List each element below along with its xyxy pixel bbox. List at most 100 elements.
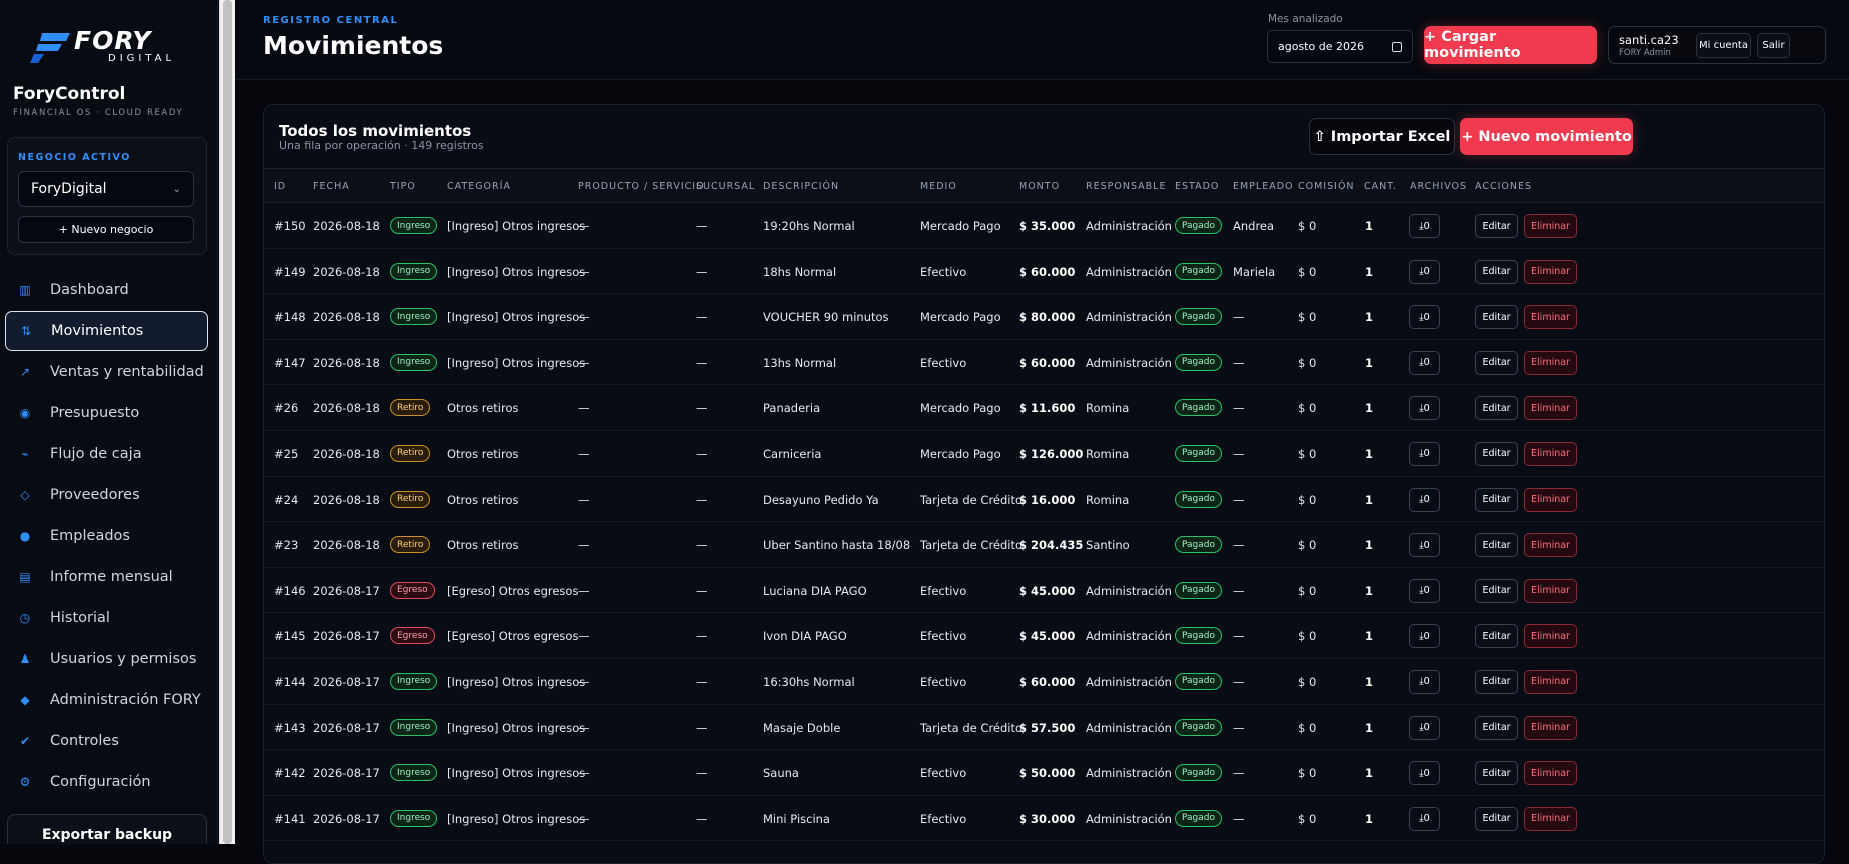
attachments-button[interactable]: ⤓0 (1409, 715, 1440, 740)
cell-responsable: Administración (1086, 720, 1172, 735)
attachments-button[interactable]: ⤓0 (1409, 214, 1440, 238)
attachments-button[interactable]: ⤓0 (1409, 396, 1440, 421)
edit-button[interactable]: Editar (1475, 305, 1518, 330)
cell-sucursal: — (696, 264, 708, 279)
edit-button[interactable]: Editar (1475, 715, 1518, 740)
edit-button[interactable]: Editar (1475, 578, 1518, 603)
delete-button[interactable]: Eliminar (1524, 259, 1577, 284)
edit-button[interactable]: Editar (1475, 624, 1518, 649)
cell-responsable: Administración (1086, 355, 1172, 370)
type-badge: Retiro (390, 490, 431, 508)
table-row[interactable]: #23 2026-08-18 Retiro Otros retiros — — Uber S… (264, 522, 1824, 568)
sidebar-scrollbar[interactable] (219, 0, 235, 844)
table-row[interactable]: #149 2026-08-18 Ingreso [Ingreso] Otros ing… (264, 249, 1824, 295)
attachments-button[interactable]: ⤓0 (1409, 761, 1440, 786)
table-row[interactable]: #25 2026-08-18 Retiro Otros retiros — — Carnic… (264, 431, 1824, 477)
edit-button[interactable]: Editar (1475, 533, 1518, 558)
table-row[interactable]: #145 2026-08-17 Egreso [Egreso] Otros egres… (264, 613, 1824, 659)
table-row[interactable]: #142 2026-08-17 Ingreso [Ingreso] Otros ing… (264, 750, 1824, 796)
cell-medio: Efectivo (920, 629, 967, 644)
cell-descripcion: Ivon DIA PAGO (763, 629, 847, 644)
delete-button[interactable]: Eliminar (1524, 806, 1577, 831)
month-picker[interactable]: agosto de 2026 (1267, 30, 1413, 63)
delete-button[interactable]: Eliminar (1524, 669, 1577, 694)
table-row[interactable]: #24 2026-08-18 Retiro Otros retiros — — Desayu… (264, 477, 1824, 523)
new-business-button[interactable]: + Nuevo negocio (18, 216, 194, 243)
table-row[interactable]: #141 2026-08-17 Ingreso [Ingreso] Otros ing… (264, 796, 1824, 842)
cell-categoria: [Ingreso] Otros ingresos (447, 355, 586, 370)
sidebar-item-empleados[interactable]: ● Empleados (5, 516, 208, 556)
sidebar-item-movimientos[interactable]: ⇅ Movimientos (5, 311, 208, 351)
delete-button[interactable]: Eliminar (1524, 761, 1577, 786)
table-row[interactable]: #26 2026-08-18 Retiro Otros retiros — — Panade… (264, 385, 1824, 431)
table-row[interactable]: #148 2026-08-18 Ingreso [Ingreso] Otros ing… (264, 294, 1824, 340)
attachments-button[interactable]: ⤓0 (1409, 259, 1440, 284)
logout-button[interactable]: Salir (1757, 33, 1790, 58)
edit-button[interactable]: Editar (1475, 669, 1518, 694)
export-backup-button[interactable]: Exportar backup (7, 814, 207, 844)
sidebar-item-flujo-de-caja[interactable]: ⌁ Flujo de caja (5, 434, 208, 474)
edit-button[interactable]: Editar (1475, 761, 1518, 786)
my-account-button[interactable]: Mi cuenta (1696, 33, 1751, 58)
column-header-id: ID (274, 181, 287, 192)
new-movement-button[interactable]: + Nuevo movimiento (1460, 118, 1633, 155)
cell-fecha: 2026-08-18 (313, 310, 380, 325)
cell-responsable: Administración (1086, 674, 1172, 689)
sidebar-item-informe-mensual[interactable]: ▤ Informe mensual (5, 557, 208, 597)
edit-button[interactable]: Editar (1475, 350, 1518, 375)
delete-button[interactable]: Eliminar (1524, 305, 1577, 330)
delete-button[interactable]: Eliminar (1524, 624, 1577, 649)
edit-button[interactable]: Editar (1475, 806, 1518, 831)
table-row[interactable]: #146 2026-08-17 Egreso [Egreso] Otros egres… (264, 568, 1824, 614)
sidebar-item-proveedores[interactable]: ◇ Proveedores (5, 475, 208, 515)
delete-button[interactable]: Eliminar (1524, 441, 1577, 466)
import-excel-button[interactable]: ⇧ Importar Excel (1309, 118, 1455, 155)
cell-sucursal: — (696, 219, 708, 233)
cell-empleado: — (1233, 811, 1245, 826)
edit-button[interactable]: Editar (1475, 259, 1518, 284)
sidebar-item-configuración[interactable]: ⚙ Configuración (5, 762, 208, 802)
table-row[interactable]: #147 2026-08-18 Ingreso [Ingreso] Otros ing… (264, 340, 1824, 386)
attachments-button[interactable]: ⤓0 (1409, 578, 1440, 603)
table-row[interactable]: #143 2026-08-17 Ingreso [Ingreso] Otros ing… (264, 705, 1824, 751)
sidebar-item-administración-fory[interactable]: ◆ Administración FORY (5, 680, 208, 720)
edit-button[interactable]: Editar (1475, 441, 1518, 466)
sidebar-item-controles[interactable]: ✔ Controles (5, 721, 208, 761)
attachments-button[interactable]: ⤓0 (1409, 624, 1440, 649)
column-header-responsable: RESPONSABLE (1086, 181, 1167, 192)
table-row[interactable]: #144 2026-08-17 Ingreso [Ingreso] Otros ing… (264, 659, 1824, 705)
calendar-icon[interactable] (1392, 41, 1402, 52)
table-row[interactable]: #150 2026-08-18 Ingreso [Ingreso] Otros ing… (264, 203, 1824, 249)
delete-button[interactable]: Eliminar (1524, 715, 1577, 740)
attachments-button[interactable]: ⤓0 (1409, 533, 1440, 558)
edit-button[interactable]: Editar (1475, 487, 1518, 512)
attachments-button[interactable]: ⤓0 (1409, 806, 1440, 831)
delete-button[interactable]: Eliminar (1524, 578, 1577, 603)
cell-descripcion: Uber Santino hasta 18/08 (763, 538, 911, 553)
scrollbar-thumb[interactable] (223, 0, 232, 844)
edit-button[interactable]: Editar (1475, 396, 1518, 421)
attachments-button[interactable]: ⤓0 (1409, 669, 1440, 694)
delete-button[interactable]: Eliminar (1524, 533, 1577, 558)
cell-responsable: Administración (1086, 583, 1172, 598)
cell-categoria: [Ingreso] Otros ingresos (447, 264, 586, 279)
attachments-button[interactable]: ⤓0 (1409, 350, 1440, 375)
cell-monto: $ 60.000 (1019, 355, 1076, 370)
business-select[interactable]: ForyDigital ⌄ (18, 171, 194, 207)
load-movement-button[interactable]: + Cargar movimiento (1424, 26, 1597, 64)
cell-comision: $ 0 (1298, 811, 1317, 826)
attachments-button[interactable]: ⤓0 (1409, 487, 1440, 512)
delete-button[interactable]: Eliminar (1524, 214, 1577, 238)
sidebar-item-dashboard[interactable]: ▥ Dashboard (5, 270, 208, 310)
sidebar-item-historial[interactable]: ◷ Historial (5, 598, 208, 638)
fory-logo-mark-icon (30, 33, 70, 63)
sidebar-item-presupuesto[interactable]: ◉ Presupuesto (5, 393, 208, 433)
delete-button[interactable]: Eliminar (1524, 350, 1577, 375)
edit-button[interactable]: Editar (1475, 214, 1518, 238)
sidebar-item-usuarios-y-permisos[interactable]: ♟ Usuarios y permisos (5, 639, 208, 679)
attachments-button[interactable]: ⤓0 (1409, 305, 1440, 330)
delete-button[interactable]: Eliminar (1524, 487, 1577, 512)
delete-button[interactable]: Eliminar (1524, 396, 1577, 421)
attachments-button[interactable]: ⤓0 (1409, 441, 1440, 466)
sidebar-item-ventas-y-rentabilidad[interactable]: ↗ Ventas y rentabilidad (5, 352, 208, 392)
